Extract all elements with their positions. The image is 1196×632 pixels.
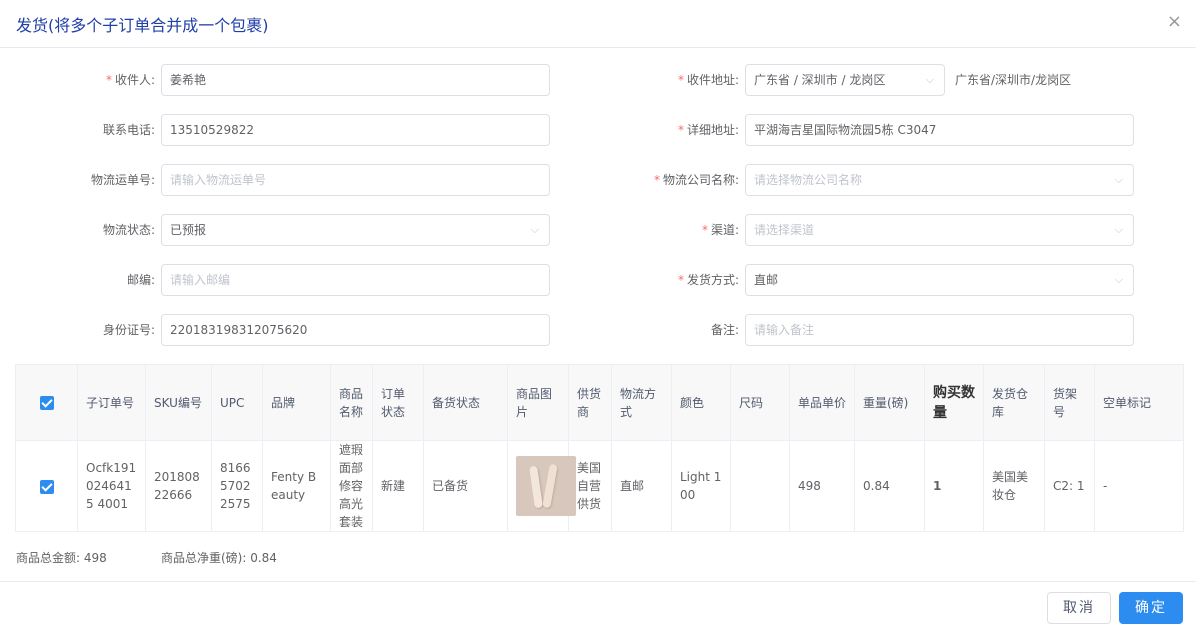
- th-weight: 重量(磅): [854, 364, 925, 441]
- logistics-company-select[interactable]: 请选择物流公司名称 ⌵: [745, 164, 1134, 196]
- channel-label: * 渠道:: [701, 223, 739, 237]
- cell-weight: 0.84: [854, 440, 925, 532]
- recipient-input[interactable]: 姜希艳: [161, 64, 550, 96]
- row-checkbox[interactable]: [39, 479, 54, 494]
- total-amount: 商品总金额: 498: [16, 551, 107, 565]
- cell-shelf: C2: 1: [1044, 440, 1095, 532]
- tracking-label: 物流运单号:: [90, 173, 155, 187]
- cell-empty-flag: -: [1094, 440, 1184, 532]
- cell-color: Light 100: [671, 440, 731, 532]
- cell-price: 498: [789, 440, 855, 532]
- address-text: 广东省/深圳市/龙岗区: [955, 73, 1072, 87]
- phone-input[interactable]: 13510529822: [161, 114, 550, 146]
- channel-select[interactable]: 请选择渠道 ⌵: [745, 214, 1134, 246]
- remark-input[interactable]: 请输入备注: [745, 314, 1134, 346]
- cell-order-status: 新建: [372, 440, 424, 532]
- recipient-label: * 收件人:: [105, 73, 155, 87]
- th-color: 颜色: [671, 364, 731, 441]
- th-stock-status: 备货状态: [423, 364, 508, 441]
- dialog-title: 发货(将多个子订单合并成一个包裹): [16, 16, 269, 35]
- address-value: 广东省 / 深圳市 / 龙岗区: [754, 73, 886, 87]
- phone-label: 联系电话:: [102, 123, 155, 137]
- dialog-header: 发货(将多个子订单合并成一个包裹) ×: [0, 0, 1196, 48]
- close-icon[interactable]: ×: [1167, 12, 1182, 32]
- cell-quantity: 1: [924, 440, 984, 532]
- th-logistics: 物流方式: [611, 364, 672, 441]
- th-product-name: 商品名称: [330, 364, 373, 441]
- logistics-status-select[interactable]: 已预报 ⌵: [161, 214, 550, 246]
- chevron-down-icon: ⌵: [1114, 273, 1123, 286]
- table-header-row: 子订单号 SKU编号 UPC 品牌 商品名称 订单状态 备货状态 商品图片 供货…: [15, 364, 1184, 441]
- th-size: 尺码: [730, 364, 790, 441]
- total-weight: 商品总净重(磅): 0.84: [161, 551, 277, 565]
- row-select-cell[interactable]: [15, 440, 78, 532]
- th-sku: SKU编号: [145, 364, 212, 441]
- select-all-cell[interactable]: [15, 364, 78, 441]
- th-warehouse: 发货仓库: [983, 364, 1045, 441]
- remark-label: 备注:: [710, 323, 739, 337]
- chevron-down-icon: ⌵: [925, 73, 934, 86]
- select-all-checkbox[interactable]: [39, 396, 54, 410]
- th-price: 单品单价: [789, 364, 855, 441]
- logistics-status-value: 已预报: [170, 223, 207, 237]
- logistics-company-placeholder: 请选择物流公司名称: [754, 173, 863, 187]
- ship-method-label: * 发货方式:: [677, 273, 739, 287]
- cell-stock-status: 已备货: [423, 440, 508, 532]
- cell-logistics: 直邮: [611, 440, 672, 532]
- cell-size: [730, 440, 790, 532]
- cancel-button[interactable]: 取消: [1047, 592, 1111, 624]
- cell-warehouse: 美国美妆仓: [983, 440, 1045, 532]
- th-upc: UPC: [211, 364, 263, 441]
- th-order-status: 订单状态: [372, 364, 424, 441]
- cell-brand: Fenty Beauty: [262, 440, 331, 532]
- chevron-down-icon: ⌵: [1114, 223, 1123, 236]
- postcode-input[interactable]: 请输入邮编: [161, 264, 550, 296]
- ship-method-value: 直邮: [754, 273, 779, 287]
- tracking-no-input[interactable]: 请输入物流运单号: [161, 164, 550, 196]
- channel-placeholder: 请选择渠道: [754, 223, 815, 237]
- detail-address-input[interactable]: 平湖海吉星国际物流园5栋 C3047: [745, 114, 1134, 146]
- th-quantity: 购买数量: [924, 364, 984, 441]
- id-card-label: 身份证号:: [102, 323, 155, 337]
- cell-sku: 20180822666: [145, 440, 212, 532]
- chevron-down-icon: ⌵: [530, 223, 539, 236]
- id-card-input[interactable]: 220183198312075620: [161, 314, 550, 346]
- th-order-no: 子订单号: [77, 364, 146, 441]
- address-cascader[interactable]: 广东省 / 深圳市 / 龙岗区 ⌵: [745, 64, 945, 96]
- footer-divider: [0, 581, 1196, 582]
- th-supplier: 供货商: [568, 364, 612, 441]
- cell-product-image: [507, 440, 576, 532]
- postcode-label: 邮编:: [126, 273, 155, 287]
- ship-method-select[interactable]: 直邮 ⌵: [745, 264, 1134, 296]
- address-label: * 收件地址:: [677, 73, 739, 87]
- th-product-image: 商品图片: [507, 364, 569, 441]
- table-row: Ocfk1910246415 4001 20180822666 81665702…: [15, 440, 1184, 532]
- chevron-down-icon: ⌵: [1114, 173, 1123, 186]
- cell-product-name: 遮瑕面部修容高光套装: [330, 440, 373, 532]
- cell-order-no: Ocfk1910246415 4001: [77, 440, 146, 532]
- th-empty-flag: 空单标记: [1094, 364, 1184, 441]
- logistics-status-label: 物流状态:: [102, 223, 155, 237]
- product-thumbnail[interactable]: [516, 456, 576, 516]
- order-table: 子订单号 SKU编号 UPC 品牌 商品名称 订单状态 备货状态 商品图片 供货…: [15, 364, 1184, 532]
- th-brand: 品牌: [262, 364, 331, 441]
- cell-upc: 816657022575: [211, 440, 263, 532]
- th-shelf: 货架号: [1044, 364, 1095, 441]
- confirm-button[interactable]: 确定: [1119, 592, 1183, 624]
- logistics-company-label: * 物流公司名称:: [653, 173, 739, 187]
- detail-address-label: * 详细地址:: [677, 123, 739, 137]
